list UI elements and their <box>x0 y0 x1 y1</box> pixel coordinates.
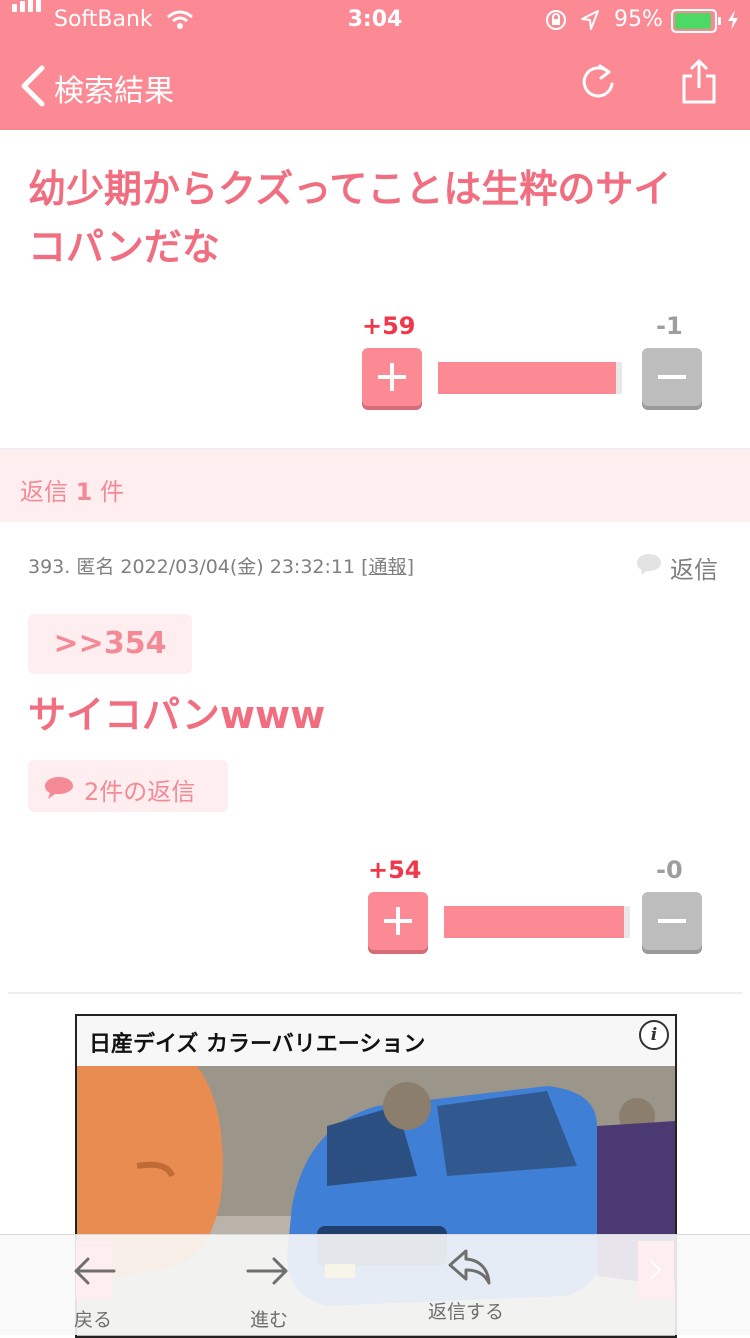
comment-minus-button[interactable] <box>642 892 702 950</box>
battery-icon <box>671 9 721 33</box>
location-icon <box>581 10 599 30</box>
comment-plus-button[interactable] <box>368 892 428 950</box>
next-page-button[interactable] <box>638 1241 674 1299</box>
reply-arrow-icon <box>448 1249 491 1285</box>
replies-count-label: 返信 1 件 <box>20 478 124 506</box>
comment-plus-count: +54 <box>368 856 422 884</box>
replies-button[interactable]: 2件の返信 <box>28 760 228 812</box>
comment-meta: 393. 匿名 2022/03/04(金) 23:32:11 [通報] <box>28 556 414 578</box>
post-minus-count: -1 <box>656 312 683 340</box>
reply-link-label: 返信 <box>670 556 718 584</box>
post-title-line-2: コパンだな <box>28 225 220 269</box>
back-nav-button[interactable]: 戻る <box>66 1245 126 1331</box>
top-bar: SoftBank 3:04 95% 検索結果 <box>0 0 750 130</box>
replies-button-label: 2件の返信 <box>84 778 196 806</box>
ad-info-icon[interactable]: i <box>639 1020 669 1050</box>
bottom-toolbar: 戻る 進む 返信する <box>0 1234 750 1335</box>
forward-nav-button[interactable]: 進む <box>240 1245 300 1331</box>
orientation-lock-icon <box>546 10 566 30</box>
post-plus-button[interactable] <box>362 348 422 406</box>
divider <box>8 992 742 994</box>
replies-header: 返信 1 件 <box>0 450 750 522</box>
comment-vote-ratio-bar <box>444 906 630 938</box>
reload-icon[interactable] <box>578 62 618 104</box>
anchor-link[interactable]: >>354 <box>28 614 192 674</box>
reply-action-button[interactable]: 返信する <box>420 1241 520 1329</box>
ad-title: 日産デイズ カラーバリエーション <box>89 1032 426 1057</box>
comment-minus-count: -0 <box>656 856 683 884</box>
speech-bubble-icon <box>45 777 73 799</box>
report-link[interactable]: 通報 <box>369 556 407 578</box>
speech-bubble-icon <box>637 554 661 575</box>
arrow-right-icon <box>246 1257 288 1285</box>
post-minus-button[interactable] <box>642 348 702 406</box>
chevron-right-icon <box>650 1260 662 1280</box>
post-title-line-1: 幼少期からクズってことは生粋のサイ <box>28 167 672 211</box>
ad-header: 日産デイズ カラーバリエーション i <box>77 1016 675 1066</box>
comment-text: サイコパンwww <box>28 693 326 737</box>
status-bar: SoftBank 3:04 95% <box>0 0 750 40</box>
charging-icon <box>728 10 738 30</box>
post-plus-count: +59 <box>362 312 416 340</box>
replies-count: 1 <box>75 478 93 506</box>
forward-nav-label: 進む <box>250 1309 289 1331</box>
post-vote-ratio-bar <box>438 362 622 394</box>
reply-action-label: 返信する <box>428 1301 505 1323</box>
chevron-left-icon <box>21 65 45 107</box>
arrow-left-icon <box>74 1257 116 1285</box>
nav-title: 検索結果 <box>54 74 174 109</box>
battery-percent: 95% <box>614 7 663 32</box>
post-title: 幼少期からクズってことは生粋のサイ コパンだな <box>28 160 718 276</box>
share-icon[interactable] <box>678 58 720 106</box>
back-nav-label: 戻る <box>74 1309 113 1331</box>
